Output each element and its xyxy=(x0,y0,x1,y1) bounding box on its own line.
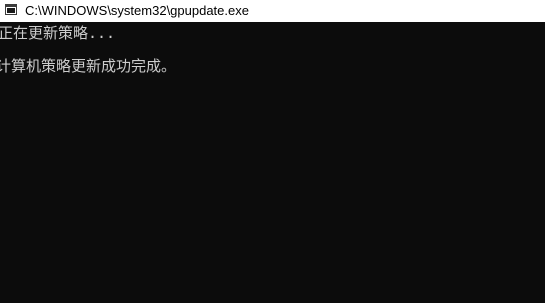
title-bar[interactable]: C:\WINDOWS\system32\gpupdate.exe xyxy=(0,0,545,22)
console-window-icon xyxy=(5,4,17,15)
console-output[interactable]: 正在更新策略... 计算机策略更新成功完成。 xyxy=(0,22,545,303)
console-window: C:\WINDOWS\system32\gpupdate.exe 正在更新策略.… xyxy=(0,0,545,303)
console-line-updating: 正在更新策略... xyxy=(0,24,116,42)
window-title: C:\WINDOWS\system32\gpupdate.exe xyxy=(25,3,249,18)
console-line-success: 计算机策略更新成功完成。 xyxy=(0,57,177,75)
